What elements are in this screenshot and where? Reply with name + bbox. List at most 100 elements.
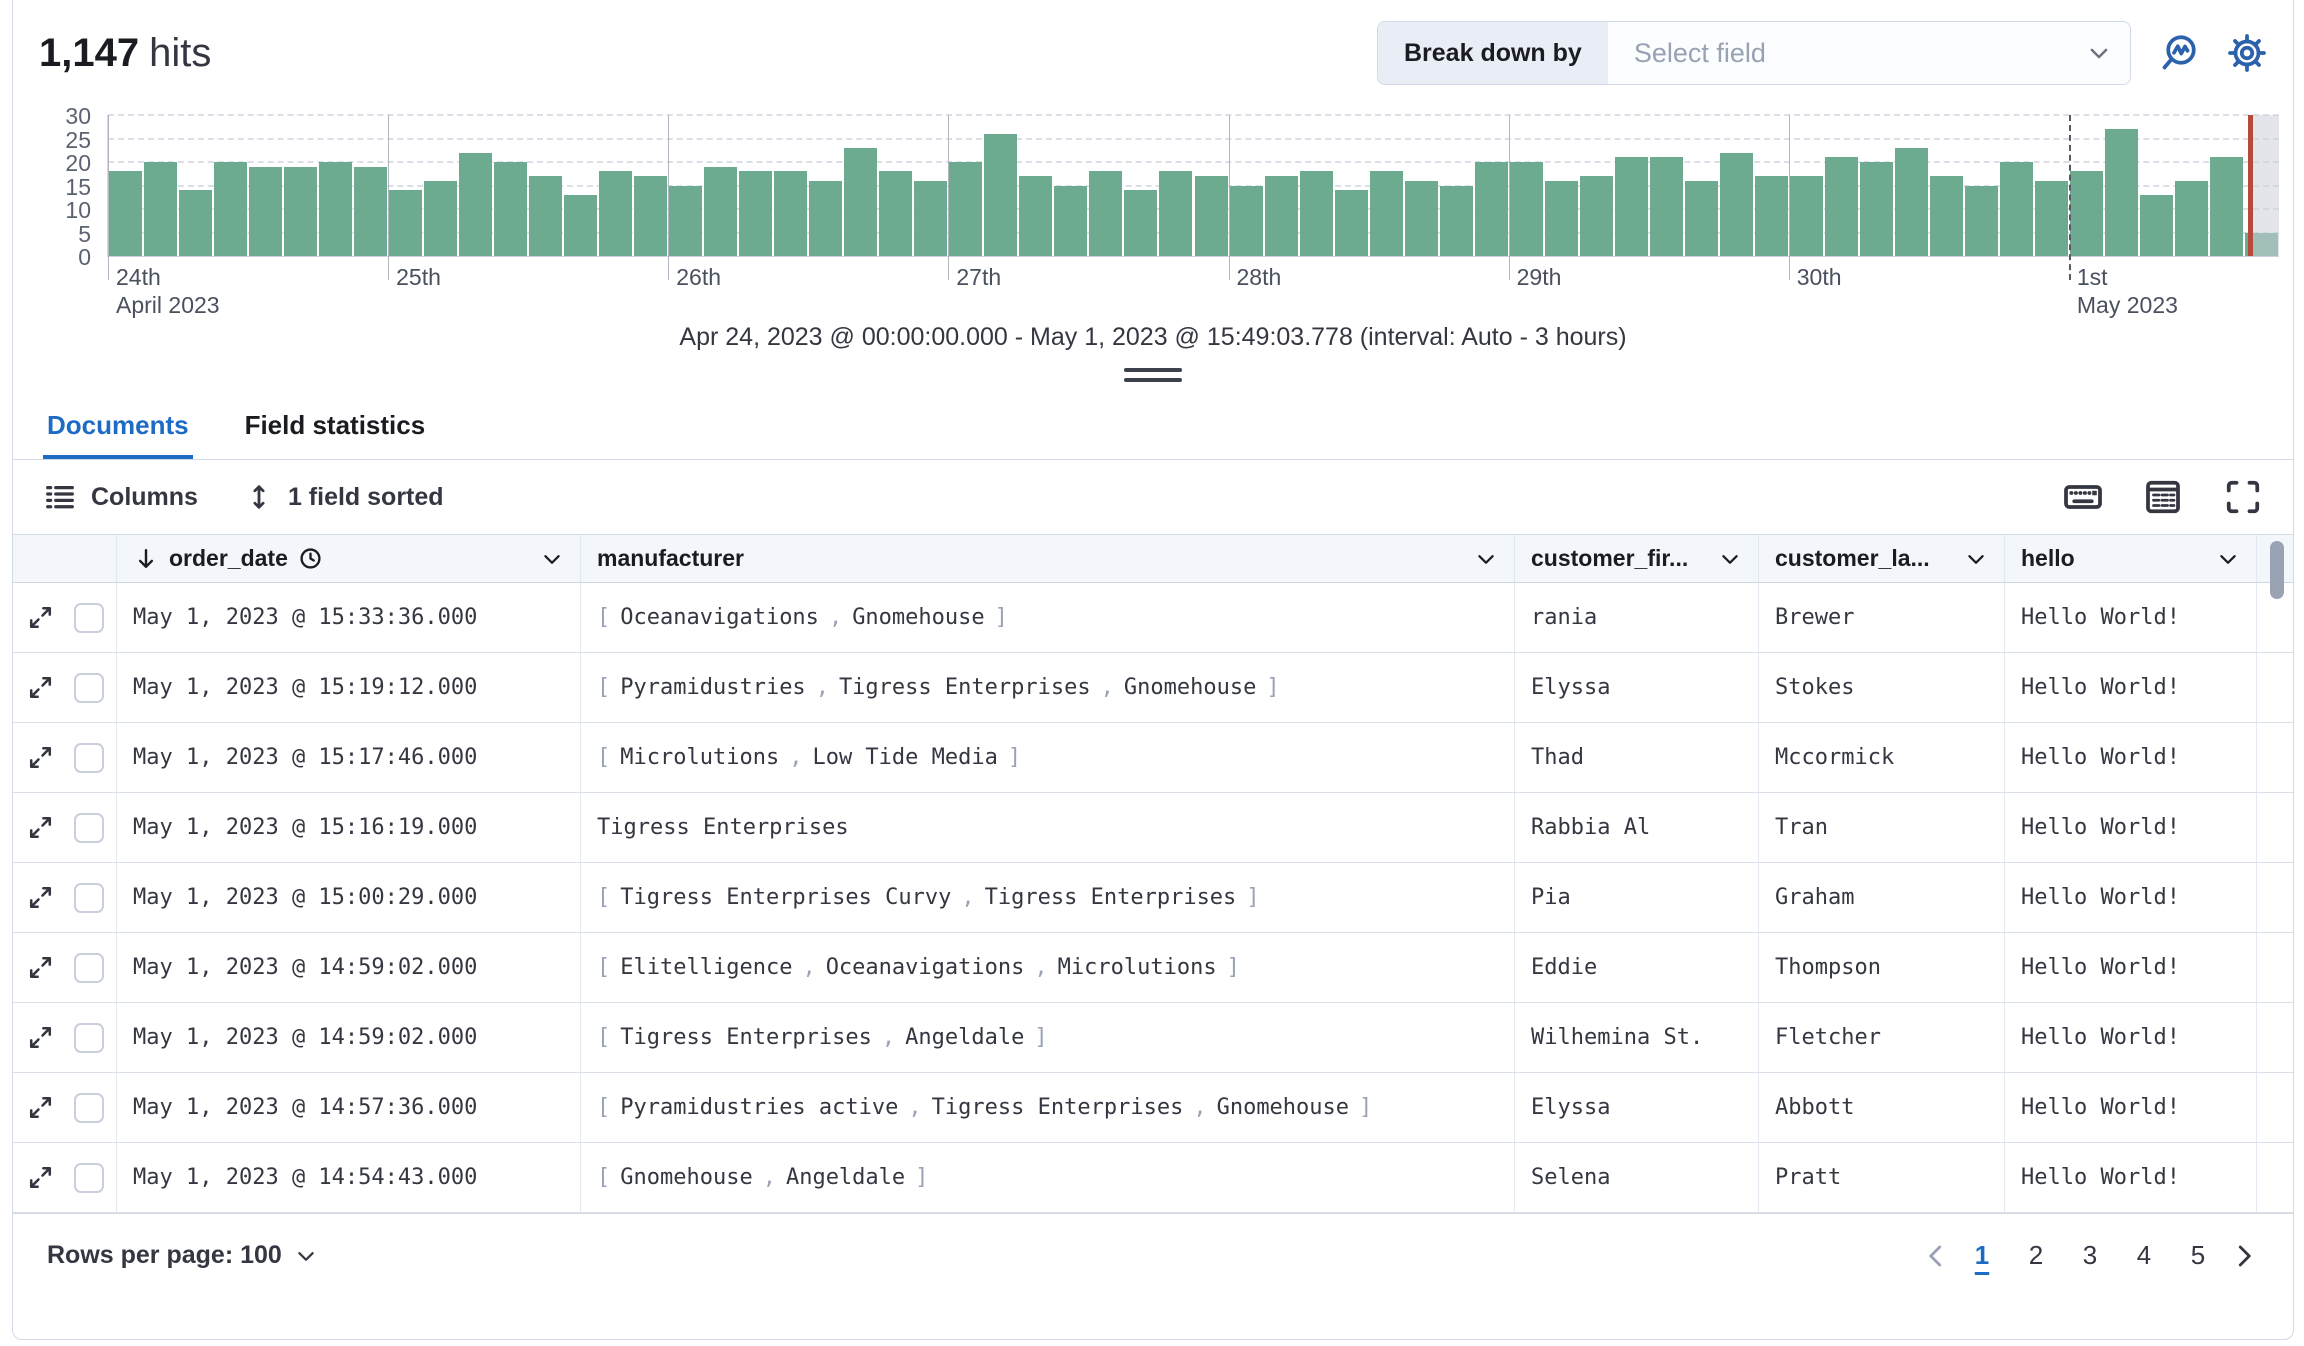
scrollbar-thumb[interactable] [2270, 541, 2284, 599]
histogram-bar[interactable] [2175, 181, 2208, 256]
histogram-bar[interactable] [879, 171, 912, 256]
histogram-bar[interactable] [1930, 176, 1963, 256]
histogram-bar[interactable] [1019, 176, 1052, 256]
expand-row-icon[interactable] [27, 954, 54, 981]
page-button-4[interactable]: 4 [2121, 1234, 2167, 1277]
histogram-bar[interactable] [459, 153, 492, 256]
resize-handle[interactable] [1124, 368, 1182, 382]
histogram-bar[interactable] [599, 171, 632, 256]
histogram-bar[interactable] [1335, 190, 1368, 256]
page-button-5[interactable]: 5 [2175, 1234, 2221, 1277]
histogram-bar[interactable] [949, 162, 982, 256]
expand-row-icon[interactable] [27, 744, 54, 771]
histogram-bar[interactable] [1720, 153, 1753, 256]
expand-row-icon[interactable] [27, 1094, 54, 1121]
histogram-bar[interactable] [109, 171, 142, 256]
column-menu-chevron-icon[interactable] [1718, 547, 1742, 571]
column-header-customer_fir[interactable]: customer_fir... [1515, 535, 1759, 582]
histogram-bar[interactable] [1054, 186, 1087, 257]
histogram-bar[interactable] [1300, 171, 1333, 256]
histogram-bar[interactable] [1230, 186, 1263, 257]
rows-per-page-button[interactable]: Rows per page: 100 [47, 1241, 318, 1270]
histogram-bar[interactable] [144, 162, 177, 256]
select-row-checkbox[interactable] [74, 603, 104, 633]
expand-row-icon[interactable] [27, 814, 54, 841]
select-row-checkbox[interactable] [74, 1163, 104, 1193]
page-button-2[interactable]: 2 [2013, 1234, 2059, 1277]
histogram-bar[interactable] [319, 162, 352, 256]
histogram-bar[interactable] [2105, 129, 2138, 256]
histogram-bar[interactable] [1685, 181, 1718, 256]
histogram-bar[interactable] [1475, 162, 1508, 256]
histogram-bar[interactable] [2210, 157, 2243, 256]
histogram-bar[interactable] [2070, 171, 2103, 256]
select-row-checkbox[interactable] [74, 743, 104, 773]
histogram-bar[interactable] [424, 181, 457, 256]
select-row-checkbox[interactable] [74, 883, 104, 913]
sort-fields-button[interactable]: 1 field sorted [244, 482, 444, 512]
select-row-checkbox[interactable] [74, 1023, 104, 1053]
histogram-bar[interactable] [2140, 195, 2173, 256]
histogram-bar[interactable] [914, 181, 947, 256]
histogram-bar[interactable] [634, 176, 667, 256]
select-row-checkbox[interactable] [74, 1093, 104, 1123]
histogram-bar[interactable] [249, 167, 282, 256]
previous-page-icon[interactable] [1921, 1241, 1951, 1271]
histogram-bar[interactable] [1755, 176, 1788, 256]
tab-documents[interactable]: Documents [43, 392, 193, 459]
breakdown-field-select[interactable]: Break down by Select field [1377, 21, 2131, 85]
column-menu-chevron-icon[interactable] [2216, 547, 2240, 571]
edit-visualization-icon[interactable] [2159, 33, 2199, 73]
select-row-checkbox[interactable] [74, 673, 104, 703]
histogram-bar[interactable] [354, 167, 387, 256]
fullscreen-icon[interactable] [2223, 477, 2263, 517]
page-button-1[interactable]: 1 [1959, 1234, 2005, 1277]
histogram-bar[interactable] [179, 190, 212, 256]
histogram-bar[interactable] [1440, 186, 1473, 257]
histogram-bar[interactable] [529, 176, 562, 256]
histogram-bar[interactable] [669, 186, 702, 257]
expand-row-icon[interactable] [27, 604, 54, 631]
tab-field-statistics[interactable]: Field statistics [241, 392, 430, 459]
histogram-bar[interactable] [1545, 181, 1578, 256]
expand-row-icon[interactable] [27, 674, 54, 701]
histogram-bar[interactable] [1895, 148, 1928, 256]
histogram-bar[interactable] [1265, 176, 1298, 256]
select-row-checkbox[interactable] [74, 813, 104, 843]
histogram-bar[interactable] [1965, 186, 1998, 257]
histogram-bar[interactable] [2035, 181, 2068, 256]
histogram-bar[interactable] [564, 195, 597, 256]
expand-row-icon[interactable] [27, 1164, 54, 1191]
histogram-bar[interactable] [1615, 157, 1648, 256]
histogram-bar[interactable] [1159, 171, 1192, 256]
histogram-bar[interactable] [284, 167, 317, 256]
columns-button[interactable]: Columns [43, 480, 198, 514]
page-button-3[interactable]: 3 [2067, 1234, 2113, 1277]
histogram-bar[interactable] [1825, 157, 1858, 256]
histogram-bar[interactable] [1580, 176, 1613, 256]
histogram-bar[interactable] [1405, 181, 1438, 256]
column-header-customer_la[interactable]: customer_la... [1759, 535, 2005, 582]
expand-row-icon[interactable] [27, 884, 54, 911]
column-menu-chevron-icon[interactable] [540, 547, 564, 571]
histogram-bar[interactable] [1089, 171, 1122, 256]
column-menu-chevron-icon[interactable] [1474, 547, 1498, 571]
histogram-bar[interactable] [809, 181, 842, 256]
expand-row-icon[interactable] [27, 1024, 54, 1051]
histogram-bar[interactable] [739, 171, 772, 256]
histogram-bar[interactable] [704, 167, 737, 256]
histogram-bar[interactable] [214, 162, 247, 256]
gear-icon[interactable] [2227, 33, 2267, 73]
histogram-bar[interactable] [2000, 162, 2033, 256]
next-page-icon[interactable] [2229, 1241, 2259, 1271]
histogram-bar[interactable] [774, 171, 807, 256]
column-menu-chevron-icon[interactable] [1964, 547, 1988, 571]
histogram-bar[interactable] [1790, 176, 1823, 256]
column-header-hello[interactable]: hello [2005, 535, 2257, 582]
keyboard-shortcuts-icon[interactable] [2063, 477, 2103, 517]
select-row-checkbox[interactable] [74, 953, 104, 983]
histogram-bar[interactable] [984, 134, 1017, 256]
histogram-bar[interactable] [844, 148, 877, 256]
histogram-bar[interactable] [1124, 190, 1157, 256]
display-options-icon[interactable] [2143, 477, 2183, 517]
